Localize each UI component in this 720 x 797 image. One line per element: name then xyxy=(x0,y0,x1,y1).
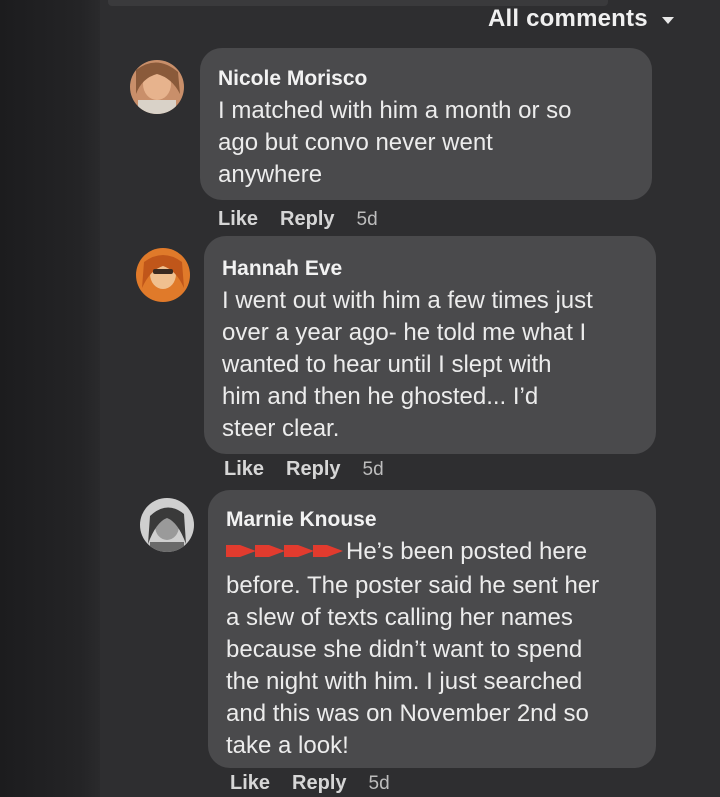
comment-line: I matched with him a month or so xyxy=(218,97,572,124)
comment-line: the night with him. I just searched xyxy=(226,668,583,695)
comment-author[interactable]: Marnie Knouse xyxy=(226,508,638,532)
comment-actions: Like Reply 5d xyxy=(218,208,378,231)
like-button[interactable]: Like xyxy=(230,772,270,795)
comment-bubble: Nicole Morisco I matched with him a mont… xyxy=(200,48,652,200)
comment-timestamp[interactable]: 5d xyxy=(357,209,378,231)
comment-line: wanted to hear until I slept with xyxy=(222,351,552,378)
comment-line: steer clear. xyxy=(222,415,340,442)
comment-text: I went out with him a few times just ove… xyxy=(222,285,638,445)
like-button[interactable]: Like xyxy=(218,208,258,231)
comment-bubble: Hannah Eve I went out with him a few tim… xyxy=(204,236,656,454)
comment-line: before. The poster said he sent her xyxy=(226,572,600,599)
comment-bubble: Marnie Knouse He’s been posted here befo… xyxy=(208,490,656,768)
like-button[interactable]: Like xyxy=(224,458,264,481)
comment-timestamp[interactable]: 5d xyxy=(363,459,384,481)
comment-text: He’s been posted here before. The poster… xyxy=(226,536,638,762)
comment-actions: Like Reply 5d xyxy=(230,772,390,795)
avatar[interactable] xyxy=(136,248,190,302)
avatar[interactable] xyxy=(130,60,184,114)
avatar[interactable] xyxy=(140,498,194,552)
comment-actions: Like Reply 5d xyxy=(224,458,384,481)
comment-author[interactable]: Hannah Eve xyxy=(222,257,638,281)
reply-button[interactable]: Reply xyxy=(292,772,346,795)
comment-line: a slew of texts calling her names xyxy=(226,604,573,631)
comment-text: I matched with him a month or so ago but… xyxy=(218,95,634,191)
sort-label: All comments xyxy=(488,5,648,32)
comment-line: ago but convo never went xyxy=(218,129,493,156)
comment-line: anywhere xyxy=(218,161,323,188)
reply-button[interactable]: Reply xyxy=(280,208,334,231)
chevron-down-icon xyxy=(661,16,674,24)
comment-timestamp[interactable]: 5d xyxy=(369,773,390,795)
comment-line: because she didn’t want to spend xyxy=(226,636,583,663)
comment-line: I went out with him a few times just xyxy=(222,287,593,314)
comment-line: He’s been posted here xyxy=(346,538,588,565)
red-arrow-icon xyxy=(313,545,343,557)
screen-edge xyxy=(0,0,100,797)
comment-line: and this was on November 2nd so xyxy=(226,700,589,727)
comment-line: take a look! xyxy=(226,732,349,759)
comment-author[interactable]: Nicole Morisco xyxy=(218,67,634,91)
comment-sort-dropdown[interactable]: All comments xyxy=(488,4,674,34)
comment-line: over a year ago- he told me what I xyxy=(222,319,587,346)
red-arrows-emoji xyxy=(226,538,344,570)
red-arrow-icon xyxy=(255,545,285,557)
red-arrow-icon xyxy=(226,545,256,557)
reply-button[interactable]: Reply xyxy=(286,458,340,481)
red-arrow-icon xyxy=(284,545,314,557)
comment-line: him and then he ghosted... I’d xyxy=(222,383,539,410)
